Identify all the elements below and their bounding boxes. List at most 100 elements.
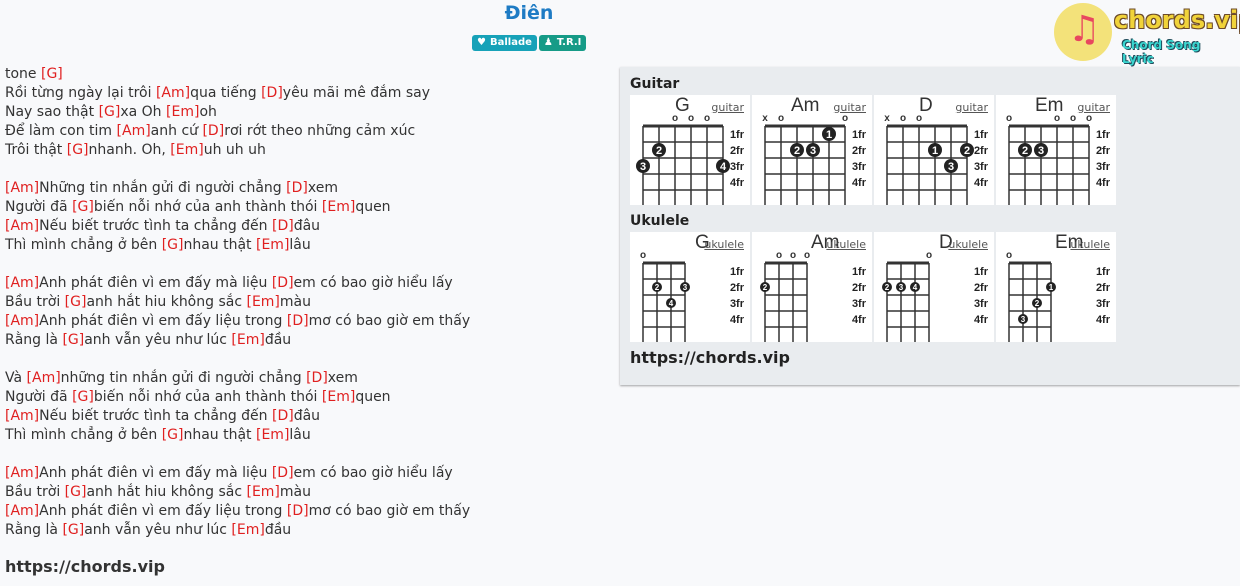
chord-tag[interactable]: [G] (162, 237, 184, 253)
lyric-text: anh hắt hiu không sắc (86, 484, 247, 500)
lyric-line: Nay sao thật [G]xa Oh [Em]oh (5, 103, 470, 122)
genre-badge[interactable]: ♥ Ballade (472, 35, 537, 51)
guitar-chord-card-g[interactable]: Gguitar o o o 1fr 2fr 3fr 4fr 2 3 4 (630, 95, 750, 205)
ukulele-section-label: Ukulele (630, 213, 690, 229)
chord-tag[interactable]: [G] (62, 522, 84, 538)
lyric-line: Người đã [G]biến nỗi nhớ của anh thành t… (5, 198, 470, 217)
chord-tag[interactable]: [Am] (117, 123, 151, 139)
logo-tagline: Chord Song Lyric (1122, 38, 1201, 66)
lyric-text: anh vẫn yêu như lúc (84, 332, 232, 348)
chord-tag[interactable]: [D] (272, 218, 294, 234)
chord-tag[interactable]: [Am] (5, 503, 39, 519)
ukulele-chord-card-em[interactable]: Em ukulele o 1fr 2fr 3fr 4fr 1 2 3 (996, 232, 1116, 342)
chord-tag[interactable]: [Em] (256, 237, 289, 253)
chord-tag[interactable]: [Em] (256, 427, 289, 443)
chord-tag[interactable]: [Am] (5, 465, 39, 481)
lyric-line: Trôi thật [G]nhanh. Oh, [Em]uh uh uh (5, 141, 470, 160)
chord-tag[interactable]: [D] (272, 408, 294, 424)
chord-tag[interactable]: [G] (67, 142, 89, 158)
lyric-text: Rằng là (5, 332, 63, 348)
chord-tag[interactable]: [Am] (156, 85, 190, 101)
lyric-line: Rằng là [G]anh vẫn yêu như lúc [Em]đầu (5, 521, 470, 540)
site-logo[interactable]: ♫ chords.vip Chord Song Lyric (1054, 3, 1240, 66)
chord-tag[interactable]: [G] (62, 332, 84, 348)
open-string-marker: o (688, 113, 694, 124)
lyric-text: xem (307, 180, 338, 196)
chord-tag[interactable]: [G] (65, 484, 87, 500)
lyric-text: quen (355, 199, 391, 215)
footer-site-link[interactable]: https://chords.vip (5, 557, 165, 576)
fret-label: 4fr (974, 314, 989, 326)
lyric-text: những tin nhắn gửi đi người chẳng (60, 370, 307, 386)
chord-tag[interactable]: [D] (272, 275, 294, 291)
open-string-marker: o (640, 250, 646, 261)
chord-tag[interactable]: [D] (261, 85, 283, 101)
lyric-text: đầu (264, 332, 292, 348)
chord-tag[interactable]: [D] (287, 313, 309, 329)
finger-number: 3 (948, 161, 954, 173)
finger-number: 2 (794, 145, 800, 157)
lyric-line: Và [Am]những tin nhắn gửi đi người chẳng… (5, 369, 470, 388)
chord-tag[interactable]: [Am] (5, 313, 39, 329)
lyrics-body: tone [G] Rồi từng ngày lại trôi [Am]qua t… (5, 65, 470, 540)
chord-tag[interactable]: [Am] (27, 370, 61, 386)
song-badges: ♥ Ballade ♟ T.R.I (472, 35, 587, 51)
open-string-marker: o (790, 250, 796, 261)
lyric-text: Người đã (5, 199, 73, 215)
logo-name: chords.vip (1114, 6, 1240, 34)
guitar-chord-card-am[interactable]: Am guitar x o o 1fr 2fr 3fr 4fr 1 2 3 (752, 95, 872, 205)
chord-tag[interactable]: [Em] (170, 142, 203, 158)
lyric-line: Thì mình chẳng ở bên [G]nhau thật [Em]lâ… (5, 426, 470, 445)
lyric-text: Nếu biết trước tình ta chẳng đến (39, 218, 272, 234)
chord-tag[interactable]: [G] (41, 66, 63, 82)
lyric-text: màu (279, 294, 311, 310)
chord-tag[interactable]: [G] (162, 427, 184, 443)
lyric-line: Rồi từng ngày lại trôi [Am]qua tiếng [D]… (5, 84, 470, 103)
artist-badge[interactable]: ♟ T.R.I (538, 35, 587, 51)
guitar-chord-card-em[interactable]: Em guitar o o o o 1fr 2fr 3fr 4fr 2 3 (996, 95, 1116, 205)
chord-tag[interactable]: [Am] (5, 408, 39, 424)
open-string-marker: o (1006, 113, 1012, 124)
chord-tag[interactable]: [Em] (246, 294, 279, 310)
chord-tag[interactable]: [Em] (166, 104, 199, 120)
chord-tag[interactable]: [D] (306, 370, 328, 386)
chord-tag[interactable]: [G] (72, 389, 94, 405)
chord-tag[interactable]: [G] (72, 199, 94, 215)
lyric-text: Nay sao thật (5, 104, 99, 120)
chord-tag[interactable]: [D] (287, 503, 309, 519)
chord-tag[interactable]: [Am] (5, 218, 39, 234)
lyric-line (5, 445, 470, 464)
chord-tag[interactable]: [Em] (231, 522, 264, 538)
chord-tag[interactable]: [Em] (322, 389, 355, 405)
guitar-chord-cards: Gguitar o o o 1fr 2fr 3fr 4fr 2 3 4 Am guitar x o o 1fr 2… (630, 95, 1116, 205)
chord-tag[interactable]: [Em] (246, 484, 279, 500)
open-string-marker: o (778, 113, 784, 124)
lyric-text: Anh phát điên vì em đấy liệu trong (39, 313, 287, 329)
chord-tag[interactable]: [G] (99, 104, 121, 120)
chord-tag[interactable]: [Em] (231, 332, 264, 348)
chord-tag[interactable]: [G] (65, 294, 87, 310)
chord-tag[interactable]: [Am] (5, 180, 39, 196)
lyric-line (5, 255, 470, 274)
chord-tag[interactable]: [D] (286, 180, 308, 196)
chord-tag[interactable]: [D] (202, 123, 224, 139)
fret-label: 4fr (730, 314, 745, 326)
lyric-text: lâu (289, 237, 311, 253)
ukulele-chord-card-d[interactable]: Dukulele o 1fr 2fr 3fr 4fr 2 3 4 (874, 232, 994, 342)
fret-label: 3fr (852, 298, 867, 310)
fret-label: 1fr (1096, 129, 1111, 141)
guitar-section-label: Guitar (630, 76, 680, 92)
ukulele-chord-card-am[interactable]: Am ukulele o o o 1fr 2fr 3fr 4fr 2 (752, 232, 872, 342)
finger-number: 3 (899, 283, 904, 292)
panel-site-link[interactable]: https://chords.vip (630, 348, 790, 367)
finger-number: 2 (1035, 299, 1040, 308)
lyric-text: màu (279, 484, 311, 500)
chord-tag[interactable]: [Em] (322, 199, 355, 215)
guitar-chord-card-d[interactable]: Dguitar x o o 1fr 2fr 3fr 4fr 1 2 3 (874, 95, 994, 205)
lyric-line: [Am]Nếu biết trước tình ta chẳng đến [D]… (5, 407, 470, 426)
ukulele-chord-card-g[interactable]: Gukulele o 1fr 2fr 3fr 4fr 2 3 4 (630, 232, 750, 342)
chord-tag[interactable]: [D] (272, 465, 294, 481)
fret-label: 2fr (852, 282, 867, 294)
chord-tag[interactable]: [Am] (5, 275, 39, 291)
lyric-text: oh (199, 104, 217, 120)
